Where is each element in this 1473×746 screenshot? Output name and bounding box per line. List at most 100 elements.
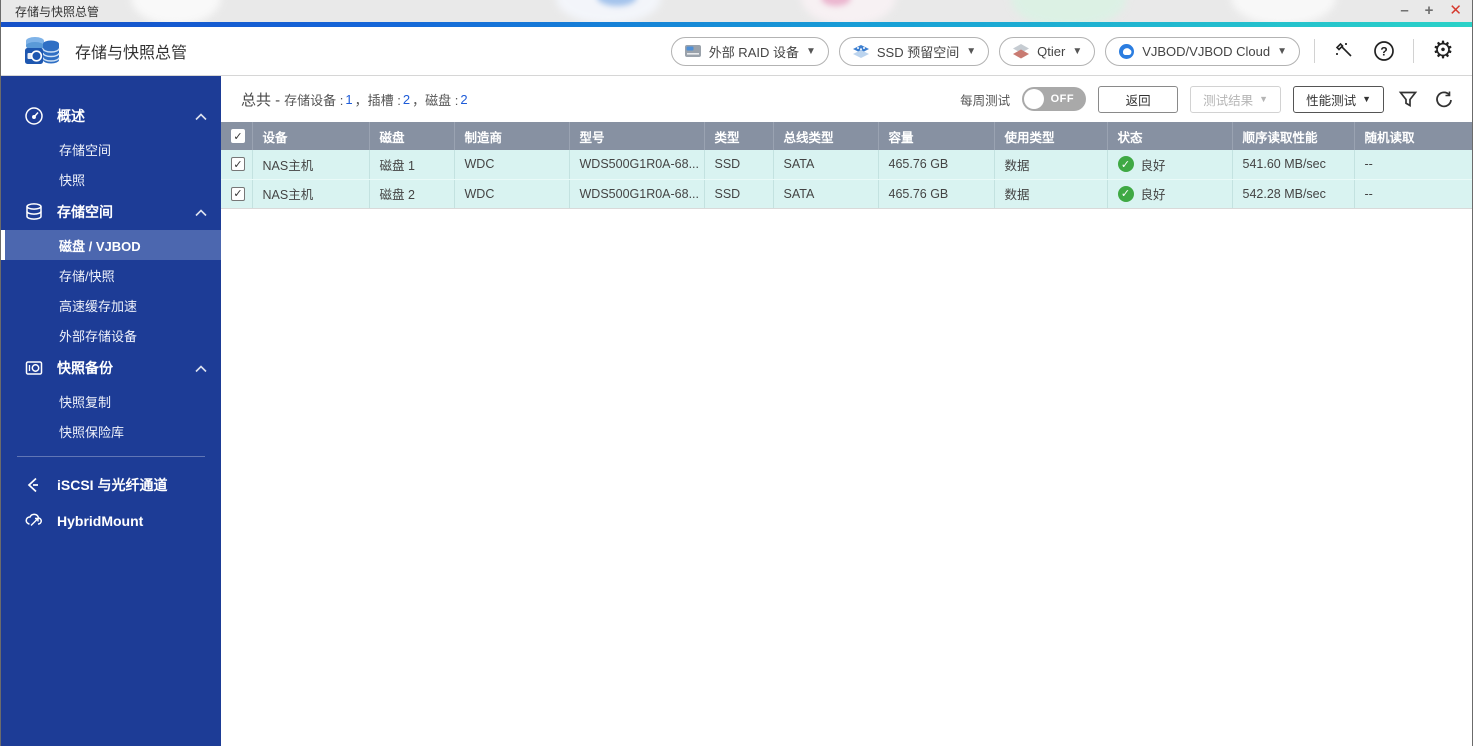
cell-type: SSD [704,150,773,179]
summary-value: 2 [403,92,410,107]
disk-table: ✓ 设备 磁盘 制造商 型号 类型 总线类型 容量 使用类型 状态 顺序读取性能 [221,122,1472,209]
cell-manufacturer: WDC [454,150,569,179]
table-header-row: ✓ 设备 磁盘 制造商 型号 类型 总线类型 容量 使用类型 状态 顺序读取性能 [221,122,1472,150]
sidebar-item-snapshots-overview[interactable]: 快照 [1,164,221,194]
desktop-blur-decoration [801,0,896,22]
vjbod-cloud-icon [1118,43,1135,60]
cell-seq-read: 541.60 MB/sec [1232,150,1354,179]
column-header-seq-read[interactable]: 顺序读取性能 [1232,122,1354,150]
sidebar-item-disks-vjbod[interactable]: 磁盘 / VJBOD [1,230,221,260]
cell-capacity: 465.76 GB [878,150,994,179]
vjbod-cloud-button[interactable]: VJBOD/VJBOD Cloud ▼ [1105,37,1300,66]
sidebar-item-iscsi-fibre-channel[interactable]: iSCSI 与光纤通道 [1,467,221,503]
column-header-bus-type[interactable]: 总线类型 [773,122,878,150]
column-header-model[interactable]: 型号 [569,122,704,150]
sidebar-item-label: HybridMount [57,513,143,529]
summary-counts: 总共 - 存储设备 : 1 ， 插槽 : 2 ， 磁盘 : 2 [241,89,470,110]
content-area: 总共 - 存储设备 : 1 ， 插槽 : 2 ， 磁盘 : 2 每周测试 OFF [221,76,1472,746]
sidebar-section-label: 存储空间 [57,202,113,222]
chevron-up-icon [195,360,207,376]
ssd-overprovisioning-icon [852,43,870,59]
gauge-icon [23,105,45,127]
sidebar-item-external-storage[interactable]: 外部存储设备 [1,320,221,350]
weekly-test-toggle[interactable]: OFF [1022,87,1086,111]
cell-random-read: -- [1354,150,1472,179]
cell-type: SSD [704,179,773,208]
cell-device: NAS主机 [252,179,369,208]
sidebar-item-storage-space-overview[interactable]: 存储空间 [1,134,221,164]
chevron-down-icon: ▼ [1259,94,1268,104]
qtier-icon [1012,43,1030,59]
magic-wand-icon[interactable] [1329,36,1359,66]
column-header-usage-type[interactable]: 使用类型 [994,122,1107,150]
column-header-status[interactable]: 状态 [1107,122,1232,150]
column-header-disk[interactable]: 磁盘 [369,122,454,150]
performance-test-dropdown[interactable]: 性能测试 ▼ [1293,86,1384,113]
column-header-capacity[interactable]: 容量 [878,122,994,150]
column-header-manufacturer[interactable]: 制造商 [454,122,569,150]
cell-capacity: 465.76 GB [878,179,994,208]
gear-icon[interactable]: ⚙ [1428,36,1458,66]
column-header-type[interactable]: 类型 [704,122,773,150]
svg-text:?: ? [1380,45,1387,59]
cell-seq-read: 542.28 MB/sec [1232,179,1354,208]
weekly-test-label: 每周测试 [960,90,1010,109]
toggle-knob [1024,89,1044,109]
cell-manufacturer: WDC [454,179,569,208]
sidebar-item-snapshot-replica[interactable]: 快照复制 [1,386,221,416]
sidebar-item-label: iSCSI 与光纤通道 [57,475,167,495]
help-icon[interactable]: ? [1369,36,1399,66]
sidebar-item-cache-acceleration[interactable]: 高速缓存加速 [1,290,221,320]
row-checkbox[interactable]: ✓ [231,157,245,171]
chevron-down-icon: ▼ [1277,46,1287,57]
sidebar-section-snapshot-backup[interactable]: 快照备份 [1,350,221,386]
iscsi-icon [23,474,45,496]
sidebar-section-label: 快照备份 [57,358,113,378]
ssd-overprovisioning-button[interactable]: SSD 预留空间 ▼ [839,37,989,66]
back-button-label: 返回 [1126,90,1151,109]
chevron-up-icon [195,108,207,124]
qtier-label: Qtier [1037,44,1065,59]
window-controls: – + ✕ [1400,0,1462,22]
maximize-icon[interactable]: + [1425,0,1434,22]
app-window: 存储与快照总管 – + ✕ 存储与快照总管 [0,0,1473,746]
sidebar-item-label: 外部存储设备 [59,326,137,345]
status-badge: ✓ 良好 [1118,155,1222,174]
cell-usage: 数据 [994,150,1107,179]
sidebar-item-hybridmount[interactable]: HybridMount [1,503,221,539]
sidebar-item-storage-snapshots[interactable]: 存储/快照 [1,260,221,290]
filter-icon[interactable] [1396,87,1420,111]
sidebar-section-overview[interactable]: 概述 [1,98,221,134]
minimize-icon[interactable]: – [1400,0,1408,22]
toolbar: 总共 - 存储设备 : 1 ， 插槽 : 2 ， 磁盘 : 2 每周测试 OFF [221,76,1472,122]
status-label: 良好 [1141,155,1166,174]
refresh-icon[interactable] [1432,87,1456,111]
external-raid-device-button[interactable]: 外部 RAID 设备 ▼ [671,37,829,66]
summary-label: 磁盘 : [425,90,458,109]
summary-label: 存储设备 : [284,90,343,109]
divider [1413,39,1414,63]
table-row[interactable]: ✓ NAS主机 磁盘 2 WDC WDS500G1R0A-68... SSD S… [221,179,1472,208]
select-all-checkbox[interactable]: ✓ [231,129,245,143]
cell-disk: 磁盘 1 [369,150,454,179]
summary-separator: ， [412,90,425,109]
sidebar-section-storage[interactable]: 存储空间 [1,194,221,230]
summary-separator: ， [355,90,368,109]
desktop-blur-decoration [1231,0,1336,22]
window-title: 存储与快照总管 [15,3,99,20]
close-icon[interactable]: ✕ [1449,0,1462,22]
qtier-button[interactable]: Qtier ▼ [999,37,1095,66]
cell-random-read: -- [1354,179,1472,208]
chevron-down-icon: ▼ [806,46,816,57]
column-header-random-read[interactable]: 随机读取 [1354,122,1472,150]
external-raid-device-icon [684,44,702,58]
sidebar-item-label: 快照 [59,170,85,189]
window-titlebar[interactable]: 存储与快照总管 – + ✕ [1,0,1472,22]
sidebar-item-snapshot-vault[interactable]: 快照保险库 [1,416,221,446]
divider [17,456,205,457]
column-header-device[interactable]: 设备 [252,122,369,150]
back-button[interactable]: 返回 [1098,86,1178,113]
cell-model: WDS500G1R0A-68... [569,150,704,179]
table-row[interactable]: ✓ NAS主机 磁盘 1 WDC WDS500G1R0A-68... SSD S… [221,150,1472,179]
row-checkbox[interactable]: ✓ [231,187,245,201]
